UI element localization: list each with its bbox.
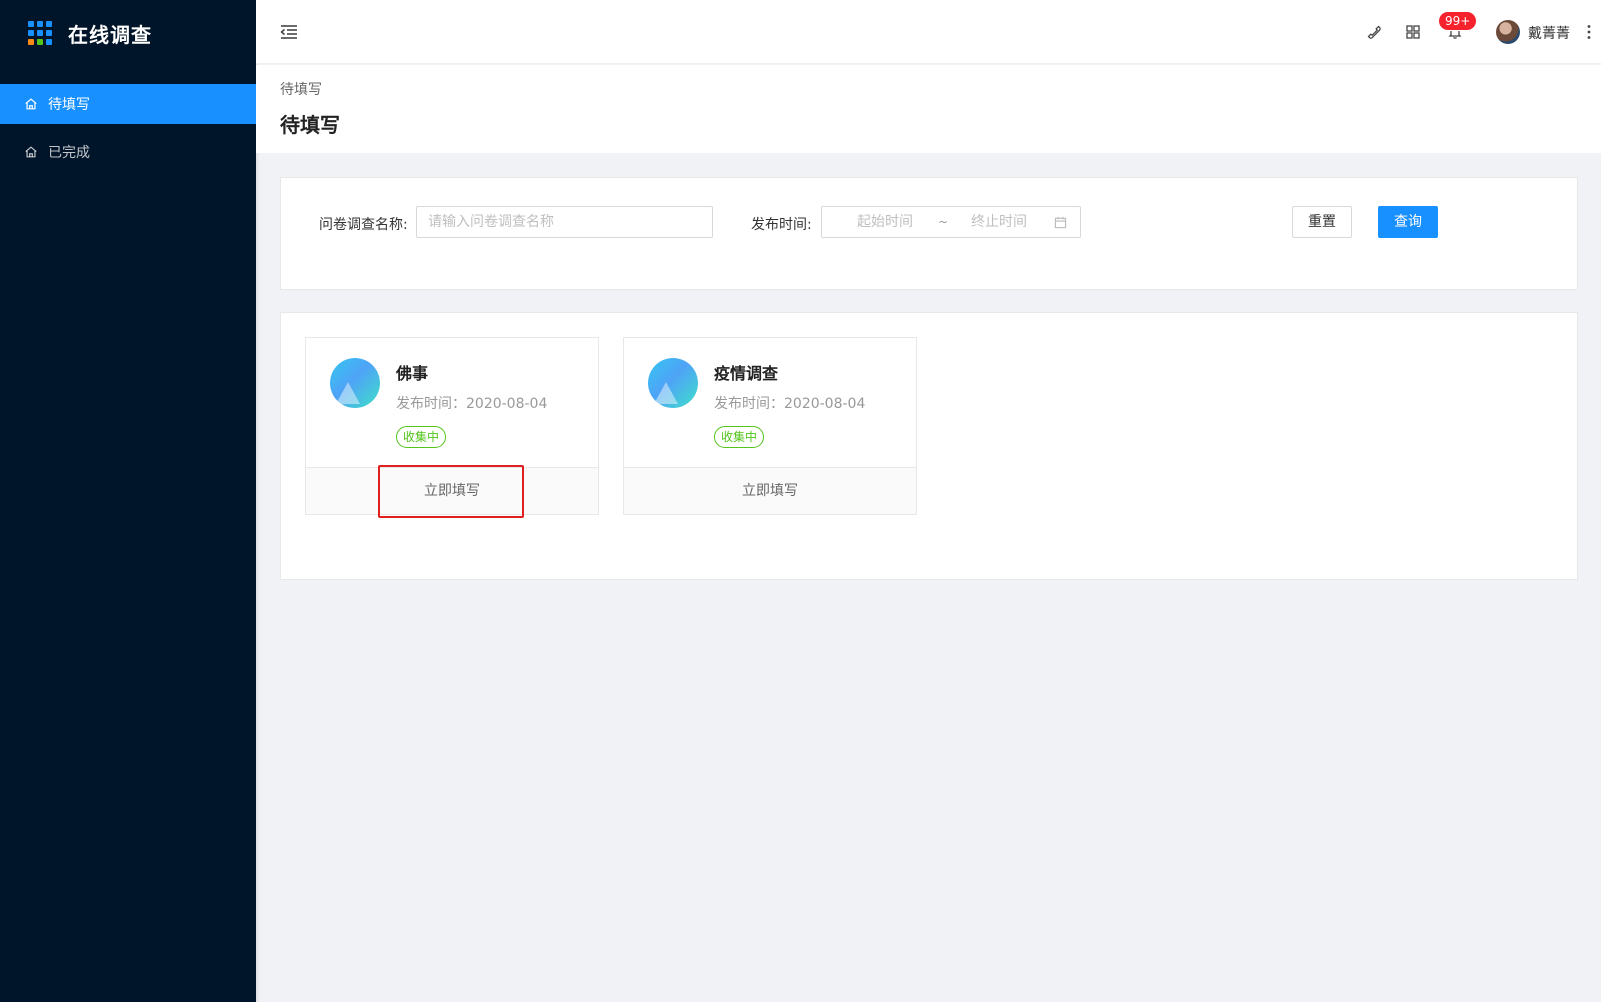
- phone-icon[interactable]: [1366, 24, 1382, 40]
- sidebar-item-label: 待填写: [48, 97, 90, 113]
- page-title: 待填写: [280, 113, 340, 137]
- search-form: 问卷调查名称: 请输入问卷调查名称 发布时间: 起始时间 ~ 终止时间 重置 查…: [280, 177, 1578, 290]
- fill-now-button[interactable]: 立即填写: [306, 467, 598, 514]
- top-header: 99+ 戴菁菁: [256, 0, 1601, 64]
- calendar-icon: [1054, 216, 1067, 229]
- fill-now-button[interactable]: 立即填写: [624, 467, 916, 514]
- menu-fold-icon[interactable]: [280, 24, 298, 40]
- start-time-input[interactable]: 起始时间: [857, 207, 913, 237]
- survey-title: 佛事: [396, 364, 429, 383]
- range-separator: ~: [938, 215, 949, 229]
- sidebar-item-completed[interactable]: 已完成: [0, 132, 256, 172]
- survey-cover-image: [648, 358, 698, 408]
- more-vertical-icon[interactable]: [1586, 24, 1592, 40]
- sidebar-menu: 待填写 已完成: [0, 84, 256, 172]
- survey-cover-image: [330, 358, 380, 408]
- survey-publish-time: 发布时间：2020-08-04: [714, 396, 866, 412]
- home-icon: [25, 146, 37, 158]
- survey-title: 疫情调查: [714, 364, 779, 383]
- sidebar-item-label: 已完成: [48, 145, 90, 161]
- end-time-input[interactable]: 终止时间: [971, 207, 1027, 237]
- notification-badge: 99+: [1439, 12, 1477, 30]
- sidebar: 在线调查 待填写 已完成: [0, 0, 256, 1002]
- reset-button[interactable]: 重置: [1292, 206, 1352, 238]
- survey-publish-time: 发布时间：2020-08-04: [396, 396, 548, 412]
- survey-name-input[interactable]: 请输入问卷调查名称: [416, 206, 713, 238]
- app-grid-logo-icon: [28, 21, 52, 45]
- breadcrumb[interactable]: 待填写: [280, 79, 1577, 99]
- avatar[interactable]: [1496, 20, 1520, 44]
- user-name[interactable]: 戴菁菁: [1528, 23, 1570, 43]
- survey-card: 疫情调查 发布时间：2020-08-04 收集中 立即填写: [623, 337, 917, 515]
- survey-name-label: 问卷调查名称:: [319, 217, 408, 233]
- publish-time-range-picker[interactable]: 起始时间 ~ 终止时间: [821, 206, 1081, 238]
- query-button[interactable]: 查询: [1378, 206, 1438, 238]
- publish-time-label: 发布时间:: [751, 217, 812, 233]
- sidebar-item-pending[interactable]: 待填写: [0, 84, 256, 124]
- status-badge: 收集中: [396, 426, 447, 448]
- survey-list: 佛事 发布时间：2020-08-04 收集中 立即填写 疫情调查 发布时间：20…: [280, 312, 1578, 580]
- page-header: 待填写 待填写: [256, 65, 1601, 153]
- logo[interactable]: 在线调查: [0, 0, 256, 66]
- survey-card: 佛事 发布时间：2020-08-04 收集中 立即填写: [305, 337, 599, 515]
- app-title: 在线调查: [68, 22, 152, 47]
- status-badge: 收集中: [714, 426, 765, 448]
- home-icon: [25, 98, 37, 110]
- apps-icon[interactable]: [1405, 24, 1421, 40]
